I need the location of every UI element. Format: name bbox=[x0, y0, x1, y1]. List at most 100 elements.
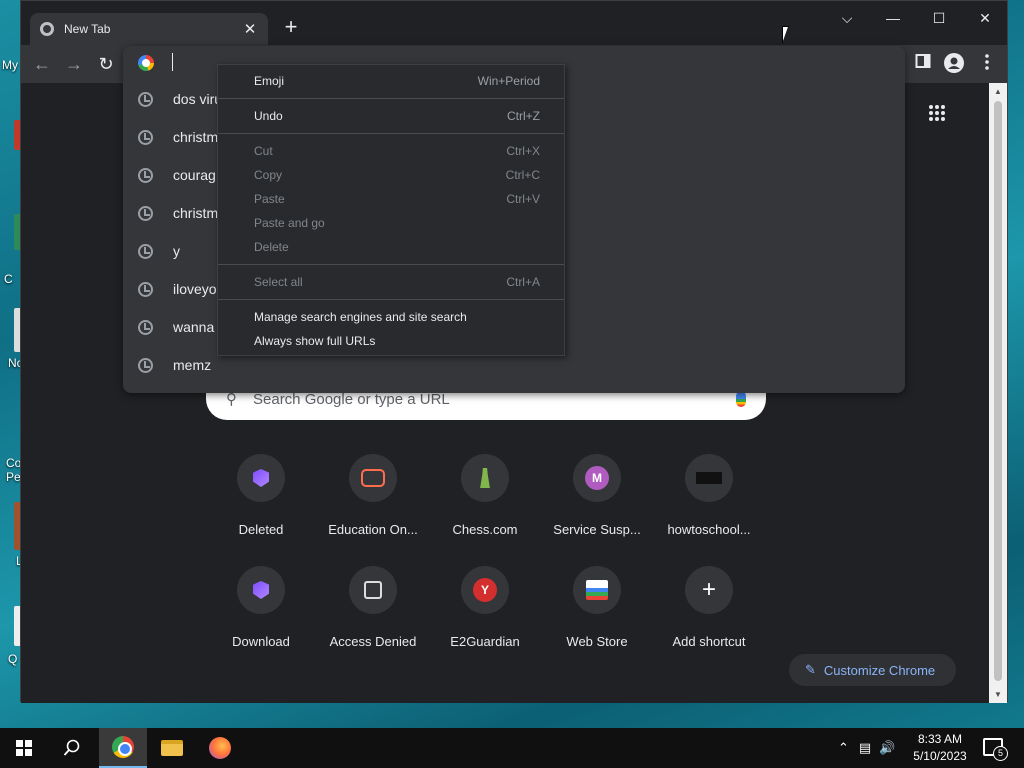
tab-new-tab[interactable]: New Tab ✕ bbox=[30, 13, 268, 45]
taskbar-clock[interactable]: 8:33 AM 5/10/2023 bbox=[906, 731, 974, 765]
profile-avatar-icon[interactable] bbox=[943, 53, 965, 75]
context-menu: Emoji Win+Period Undo Ctrl+Z Cut Ctrl+X Cop… bbox=[217, 64, 565, 356]
shortcut-tile[interactable]: Download bbox=[205, 562, 317, 650]
taskbar-file-explorer[interactable] bbox=[148, 728, 196, 768]
add-shortcut-tile[interactable]: + Add shortcut bbox=[653, 562, 765, 650]
shortcut-tile[interactable]: howtoschool... bbox=[653, 450, 765, 538]
shortcut-label: howtoschool... bbox=[667, 522, 751, 537]
store-icon bbox=[586, 580, 608, 600]
shortcut-label: Add shortcut bbox=[672, 634, 746, 649]
shortcut-favicon bbox=[237, 566, 285, 614]
shortcut-tile[interactable]: Access Denied bbox=[317, 562, 429, 650]
shortcut-tile[interactable]: M Service Susp... bbox=[541, 450, 653, 538]
menu-item-label: Cut bbox=[254, 144, 273, 158]
minimize-button[interactable]: — bbox=[870, 5, 916, 31]
menu-item-paste[interactable]: Paste Ctrl+V bbox=[218, 187, 564, 211]
history-clock-icon bbox=[138, 357, 153, 373]
voice-search-icon[interactable] bbox=[736, 391, 746, 407]
tab-title: New Tab bbox=[64, 22, 111, 36]
menu-item-label: Always show full URLs bbox=[254, 334, 376, 348]
history-clock-icon bbox=[138, 281, 153, 297]
desktop-label-fragment: C bbox=[4, 272, 13, 286]
menu-item-label: Undo bbox=[254, 109, 283, 123]
history-clock-icon bbox=[138, 243, 153, 259]
suggestion-text: dos viru bbox=[173, 91, 223, 107]
scroll-up-icon[interactable]: ▲ bbox=[989, 87, 1007, 96]
pencil-icon: ✎ bbox=[805, 662, 816, 677]
menu-item-shortcut: Ctrl+A bbox=[506, 275, 540, 289]
suggestion-text: christm bbox=[173, 205, 219, 221]
taskbar-chrome[interactable] bbox=[99, 728, 147, 768]
back-button[interactable]: ← bbox=[31, 53, 53, 75]
taskbar-firefox[interactable] bbox=[196, 728, 244, 768]
menu-item-undo[interactable]: Undo Ctrl+Z bbox=[218, 104, 564, 128]
google-apps-icon[interactable] bbox=[929, 105, 945, 121]
menu-item-label: Copy bbox=[254, 168, 283, 182]
close-window-button[interactable]: ✕ bbox=[962, 5, 1008, 31]
menu-item-always-show-full-urls[interactable]: Always show full URLs bbox=[218, 329, 564, 353]
chrome-favicon-icon bbox=[40, 22, 54, 36]
forward-button[interactable]: → bbox=[63, 53, 85, 75]
shortcut-label: Chess.com bbox=[452, 522, 518, 537]
chrome-icon bbox=[112, 736, 134, 758]
menu-separator bbox=[218, 299, 564, 300]
shortcut-tile[interactable]: Chess.com bbox=[429, 450, 541, 538]
menu-separator bbox=[218, 133, 564, 134]
shortcut-tile[interactable]: Y E2Guardian bbox=[429, 562, 541, 650]
tab-strip: New Tab ✕ + ⌵ — ☐ ✕ bbox=[21, 1, 1007, 45]
shortcut-tile[interactable]: Deleted bbox=[205, 450, 317, 538]
suggestion-text: courag bbox=[173, 167, 216, 183]
menu-item-copy[interactable]: Copy Ctrl+C bbox=[218, 163, 564, 187]
text-caret bbox=[172, 53, 173, 71]
shortcut-tile[interactable]: Web Store bbox=[541, 562, 653, 650]
menu-item-select-all[interactable]: Select all Ctrl+A bbox=[218, 270, 564, 294]
shortcut-label: Education On... bbox=[328, 522, 418, 537]
menu-item-manage-search-engines[interactable]: Manage search engines and site search bbox=[218, 305, 564, 329]
menu-separator bbox=[218, 264, 564, 265]
search-button[interactable] bbox=[48, 728, 96, 768]
ntp-search-input[interactable] bbox=[253, 390, 736, 408]
side-panel-icon[interactable] bbox=[912, 53, 934, 75]
menu-item-shortcut: Win+Period bbox=[477, 74, 540, 88]
customize-chrome-button[interactable]: ✎ Customize Chrome bbox=[789, 654, 956, 686]
scrollbar[interactable]: ▲ ▼ bbox=[989, 83, 1007, 703]
maximize-button[interactable]: ☐ bbox=[916, 5, 962, 31]
search-tabs-button[interactable]: ⌵ bbox=[824, 5, 870, 31]
menu-item-paste-and-go[interactable]: Paste and go bbox=[218, 211, 564, 235]
customize-label: Customize Chrome bbox=[823, 662, 936, 678]
reload-button[interactable]: ↻ bbox=[95, 53, 117, 75]
network-icon[interactable]: ▤ bbox=[859, 740, 871, 756]
more-menu-icon[interactable] bbox=[976, 53, 998, 75]
menu-item-delete[interactable]: Delete bbox=[218, 235, 564, 259]
shortcut-favicon: M bbox=[573, 454, 621, 502]
menu-item-shortcut: Ctrl+C bbox=[505, 168, 540, 182]
desktop-label-fragment: My bbox=[2, 58, 18, 72]
scrollbar-thumb[interactable] bbox=[994, 101, 1002, 681]
shortcut-label: Service Susp... bbox=[553, 522, 641, 537]
menu-item-label: Manage search engines and site search bbox=[254, 310, 467, 324]
suggestion-text: y bbox=[173, 243, 180, 259]
shortcut-favicon bbox=[573, 566, 621, 614]
shortcut-favicon bbox=[685, 454, 733, 502]
shortcut-tile[interactable]: Education On... bbox=[317, 450, 429, 538]
start-button[interactable] bbox=[0, 728, 48, 768]
menu-item-cut[interactable]: Cut Ctrl+X bbox=[218, 139, 564, 163]
shortcut-favicon bbox=[237, 454, 285, 502]
close-tab-icon[interactable]: ✕ bbox=[242, 20, 258, 38]
google-g-icon bbox=[138, 55, 154, 71]
menu-item-label: Emoji bbox=[254, 74, 285, 88]
menu-item-emoji[interactable]: Emoji Win+Period bbox=[218, 69, 564, 93]
shortcut-favicon bbox=[461, 454, 509, 502]
plus-icon: + bbox=[701, 576, 716, 603]
scroll-down-icon[interactable]: ▼ bbox=[989, 690, 1007, 699]
shortcut-label: Web Store bbox=[566, 634, 628, 649]
mouse-pointer-icon bbox=[782, 26, 796, 44]
folder-icon bbox=[161, 740, 183, 756]
volume-icon[interactable]: 🔊 bbox=[879, 740, 895, 756]
new-tab-button[interactable]: + bbox=[279, 15, 303, 39]
history-clock-icon bbox=[138, 129, 153, 145]
tray-chevron-icon[interactable]: ⌃ bbox=[838, 740, 849, 756]
menu-item-label: Select all bbox=[254, 275, 303, 289]
windows-logo-icon bbox=[16, 740, 32, 756]
menu-separator bbox=[218, 98, 564, 99]
